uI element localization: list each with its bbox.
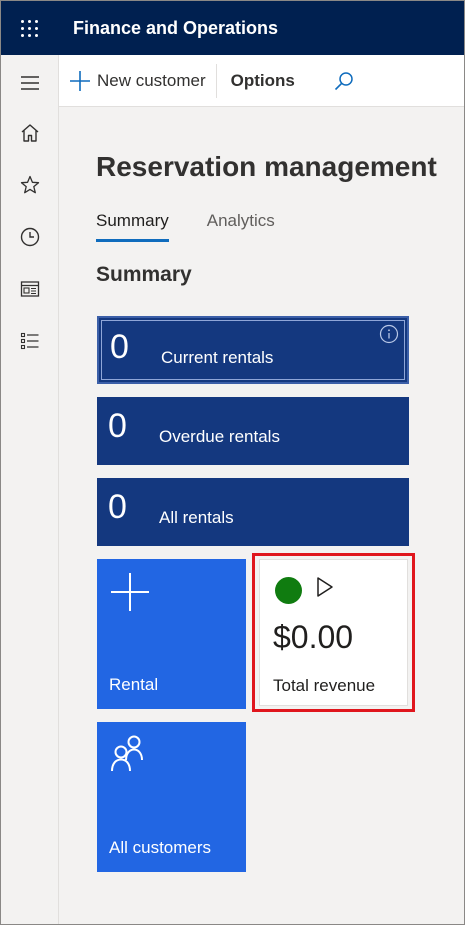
workspace-icon bbox=[20, 281, 40, 297]
new-customer-label: New customer bbox=[97, 70, 206, 90]
current-rentals-label: Current rentals bbox=[161, 348, 274, 367]
action-pane: New customer Options bbox=[59, 55, 464, 107]
clock-icon bbox=[20, 227, 40, 247]
nav-workspaces-button[interactable] bbox=[1, 267, 59, 311]
plus-icon bbox=[70, 70, 90, 91]
workspace-content: Reservation management Summary Analytics… bbox=[59, 107, 464, 924]
tab-analytics[interactable]: Analytics bbox=[207, 211, 275, 242]
rental-label: Rental bbox=[109, 675, 159, 694]
workspace-tabs: Summary Analytics bbox=[96, 211, 313, 242]
modules-icon bbox=[20, 332, 39, 350]
all-rentals-label: All rentals bbox=[159, 508, 234, 527]
star-icon bbox=[20, 175, 40, 194]
nav-recent-button[interactable] bbox=[1, 215, 59, 259]
rental-tile[interactable]: Rental bbox=[97, 559, 246, 709]
overdue-rentals-label: Overdue rentals bbox=[159, 427, 280, 446]
plus-icon bbox=[111, 573, 149, 611]
all-customers-label: All customers bbox=[109, 838, 212, 857]
all-rentals-count: 0 bbox=[108, 488, 127, 526]
nav-favorites-button[interactable] bbox=[1, 163, 59, 207]
play-icon bbox=[317, 577, 333, 597]
overdue-rentals-tile[interactable]: 0 Overdue rentals bbox=[97, 397, 409, 465]
search-icon bbox=[334, 71, 353, 90]
new-customer-button[interactable]: New customer bbox=[59, 55, 216, 107]
app-window: Finance and Operations New customer Opti… bbox=[0, 0, 465, 925]
all-rentals-tile[interactable]: 0 All rentals bbox=[97, 478, 409, 546]
menu-icon bbox=[21, 76, 39, 90]
section-title: Summary bbox=[96, 263, 192, 286]
search-button[interactable] bbox=[309, 55, 371, 107]
tab-summary[interactable]: Summary bbox=[96, 211, 169, 242]
app-launcher-button[interactable] bbox=[1, 1, 57, 55]
total-revenue-value: $0.00 bbox=[273, 619, 354, 655]
options-button[interactable]: Options bbox=[217, 55, 309, 107]
left-nav bbox=[1, 55, 59, 924]
app-bar: Finance and Operations bbox=[1, 1, 464, 55]
info-icon[interactable] bbox=[379, 324, 399, 344]
nav-modules-button[interactable] bbox=[1, 319, 59, 363]
app-title: Finance and Operations bbox=[73, 17, 279, 38]
page-title: Reservation management bbox=[96, 151, 437, 182]
nav-menu-button[interactable] bbox=[1, 61, 59, 105]
overdue-rentals-count: 0 bbox=[108, 407, 127, 445]
nav-home-button[interactable] bbox=[1, 111, 59, 155]
waffle-icon bbox=[20, 19, 38, 37]
status-dot-icon bbox=[275, 577, 302, 604]
all-customers-tile[interactable]: All customers bbox=[97, 722, 246, 872]
current-rentals-count: 0 bbox=[110, 328, 129, 366]
total-revenue-tile[interactable]: $0.00 Total revenue bbox=[259, 559, 408, 706]
total-revenue-label: Total revenue bbox=[273, 676, 376, 695]
current-rentals-tile[interactable]: 0 Current rentals bbox=[97, 316, 409, 384]
home-icon bbox=[21, 124, 39, 142]
people-icon bbox=[111, 735, 143, 772]
